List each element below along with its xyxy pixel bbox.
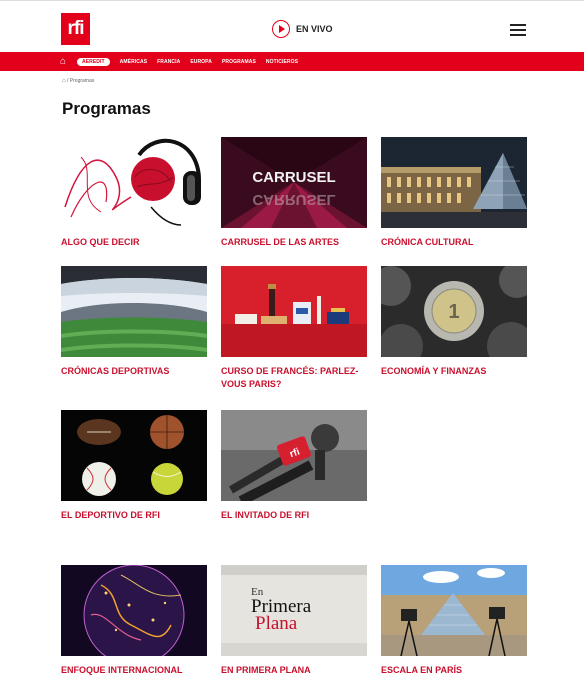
program-title[interactable]: CRÓNICAS DEPORTIVAS [61,365,207,378]
program-card-cronicas-deportivas[interactable]: CRÓNICAS DEPORTIVAS [61,266,207,378]
nav-item-europa[interactable]: EUROPA [190,59,212,65]
program-thumbnail[interactable] [61,137,207,228]
program-card-curso-de-frances[interactable]: CURSO DE FRANCÉS: PARLEZ-VOUS PARIS? [221,266,367,391]
live-label: EN VIVO [296,24,333,34]
nav-item-americas[interactable]: AMÉRICAS [120,59,147,65]
program-title[interactable]: EL DEPORTIVO DE RFI [61,509,207,522]
program-card-el-deportivo[interactable]: EL DEPORTIVO DE RFI [61,410,207,522]
main-nav: ⌂ AEREDIT AMÉRICAS FRANCIA EUROPA PROGRA… [0,52,584,71]
page-title: Programas [62,99,151,118]
program-thumbnail[interactable] [61,410,207,501]
program-thumbnail[interactable] [61,565,207,656]
program-card-escala-en-paris[interactable]: ESCALA EN PARÍS [381,565,527,677]
program-card-algo-que-decir[interactable]: ALGO QUE DECIR [61,137,207,249]
program-thumbnail[interactable]: En Primera Plana [221,565,367,656]
breadcrumb: ⌂ / Programas [62,78,94,84]
program-title[interactable]: CRÓNICA CULTURAL [381,236,527,249]
program-thumbnail[interactable] [61,266,207,357]
home-icon[interactable]: ⌂ [60,56,70,67]
program-card-el-invitado[interactable]: rfi EL INVITADO DE RFI [221,410,367,522]
rfi-logo[interactable]: rfi [61,13,90,45]
nav-item-aeredit[interactable]: AEREDIT [77,57,110,66]
carrusel-reflection: CARRUSEL [252,191,335,208]
program-card-en-primera-plana[interactable]: En Primera Plana EN PRIMERA PLANA [221,565,367,677]
top-header: rfi EN VIVO [0,0,584,50]
svg-text:1: 1 [448,301,459,323]
menu-icon[interactable] [510,24,526,36]
program-thumbnail[interactable] [381,137,527,228]
nav-item-programas[interactable]: PROGRAMAS [222,59,256,65]
program-title[interactable]: ENFOQUE INTERNACIONAL [61,664,207,677]
program-title[interactable]: CURSO DE FRANCÉS: PARLEZ-VOUS PARIS? [221,365,367,391]
program-thumbnail[interactable] [381,565,527,656]
carrusel-text: CARRUSEL [252,169,335,186]
nav-item-noticieros[interactable]: NOTICIEROS [266,59,298,65]
program-title[interactable]: EL INVITADO DE RFI [221,509,367,522]
program-thumbnail[interactable] [221,266,367,357]
program-title[interactable]: EN PRIMERA PLANA [221,664,367,677]
program-thumbnail[interactable]: CARRUSEL CARRUSEL [221,137,367,228]
program-card-carrusel[interactable]: CARRUSEL CARRUSEL CARRUSEL DE LAS ARTES [221,137,367,249]
program-card-cronica-cultural[interactable]: CRÓNICA CULTURAL [381,137,527,249]
live-button[interactable]: EN VIVO [272,19,333,39]
program-title[interactable]: ECONOMÍA Y FINANZAS [381,365,527,378]
program-card-enfoque-internacional[interactable]: ENFOQUE INTERNACIONAL [61,565,207,677]
play-icon [272,20,290,38]
breadcrumb-text[interactable]: / Programas [67,78,94,84]
program-thumbnail[interactable]: rfi [221,410,367,501]
program-title[interactable]: CARRUSEL DE LAS ARTES [221,236,367,249]
program-title[interactable]: ALGO QUE DECIR [61,236,207,249]
home-icon[interactable]: ⌂ [62,78,66,84]
program-title[interactable]: ESCALA EN PARÍS [381,664,527,677]
program-thumbnail[interactable]: 1 [381,266,527,357]
program-card-economia-y-finanzas[interactable]: 1 ECONOMÍA Y FINANZAS [381,266,527,378]
nav-item-francia[interactable]: FRANCIA [157,59,180,65]
primera-plana-text-3: Plana [255,613,298,634]
